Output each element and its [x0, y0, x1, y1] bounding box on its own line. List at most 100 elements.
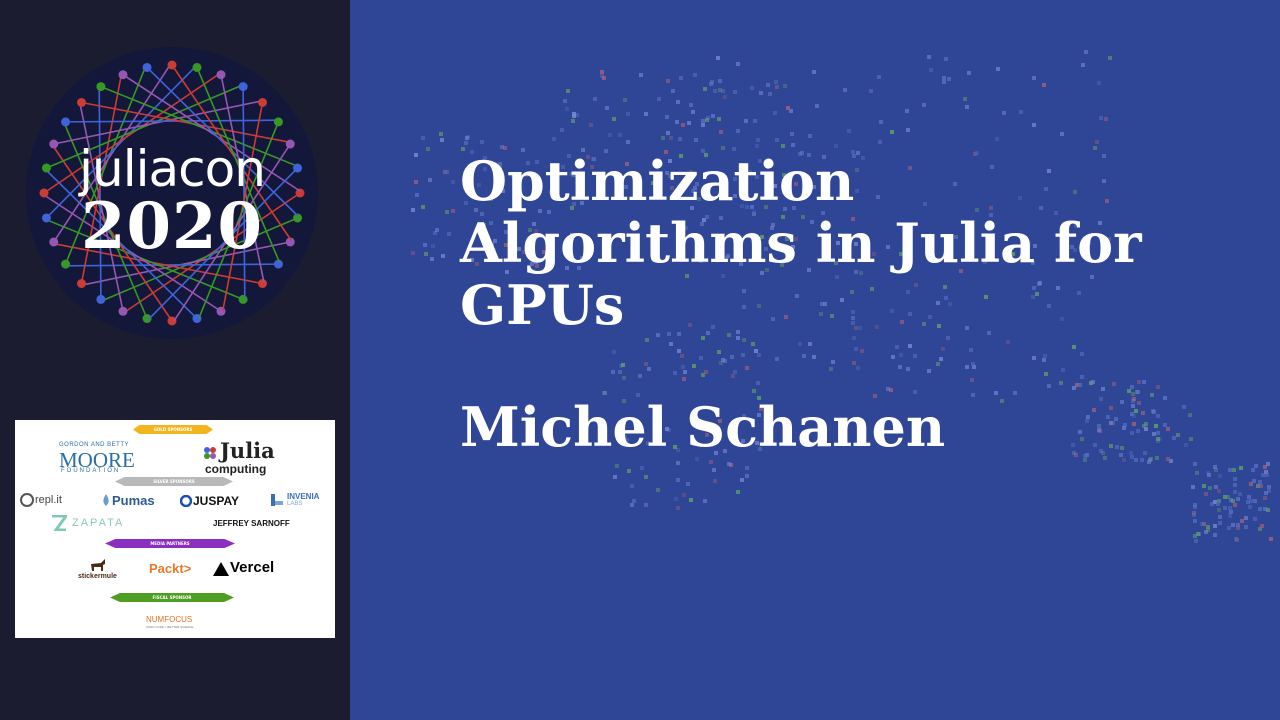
map-dot	[661, 136, 665, 140]
map-dot	[852, 361, 856, 365]
map-dot	[1266, 462, 1270, 466]
map-dot	[414, 153, 418, 157]
map-dot	[1233, 503, 1237, 507]
map-dot	[742, 338, 746, 342]
map-dot	[719, 130, 723, 134]
map-dot	[1228, 514, 1232, 518]
map-dot	[1267, 485, 1271, 489]
jeffrey-sarnoff: JEFFREY SARNOFF	[213, 519, 290, 528]
map-dot	[756, 138, 760, 142]
map-dot	[451, 180, 455, 184]
map-dot	[676, 461, 680, 465]
map-dot	[783, 84, 787, 88]
map-dot	[1104, 117, 1108, 121]
map-dot	[626, 112, 630, 116]
map-dot	[1152, 432, 1156, 436]
map-dot	[711, 114, 715, 118]
map-dot	[1091, 380, 1095, 384]
map-dot	[1044, 372, 1048, 376]
juspay-logo: JUSPAY	[193, 494, 240, 508]
map-dot	[969, 348, 973, 352]
map-dot	[451, 209, 455, 213]
map-dot	[686, 482, 690, 486]
map-dot	[465, 136, 469, 140]
numfocus-logo: NUMFOCUS	[146, 615, 193, 624]
map-dot	[713, 479, 717, 483]
map-dot	[736, 62, 740, 66]
map-dot	[623, 98, 627, 102]
map-dot	[1122, 458, 1126, 462]
map-dot	[941, 347, 945, 351]
map-dot	[1106, 415, 1110, 419]
map-dot	[1217, 508, 1221, 512]
map-dot	[759, 91, 763, 95]
world-map-dots	[411, 50, 1273, 543]
map-dot	[996, 67, 1000, 71]
map-dot	[1042, 83, 1046, 87]
map-dot	[1251, 468, 1255, 472]
map-dot	[657, 97, 661, 101]
map-dot	[613, 475, 617, 479]
map-dot	[1132, 414, 1136, 418]
map-dot	[1013, 391, 1017, 395]
map-dot	[630, 484, 634, 488]
map-dot	[906, 367, 910, 371]
map-dot	[411, 208, 415, 212]
map-dot	[718, 88, 722, 92]
map-dot	[786, 106, 790, 110]
map-dot	[1163, 396, 1167, 400]
map-dot	[666, 79, 670, 83]
map-dot	[428, 178, 432, 182]
map-dot	[680, 354, 684, 358]
map-dot	[741, 353, 745, 357]
map-dot	[971, 393, 975, 397]
map-dot	[879, 120, 883, 124]
map-dot	[1217, 489, 1221, 493]
map-dot	[674, 497, 678, 501]
map-dot	[745, 466, 749, 470]
map-dot	[689, 103, 693, 107]
map-dot	[1231, 523, 1235, 527]
map-dot	[638, 374, 642, 378]
map-dot	[682, 493, 686, 497]
map-dot	[1192, 513, 1196, 517]
map-dot	[775, 138, 779, 142]
numfocus-tagline: OPEN CODE = BETTER SCIENCE	[146, 625, 194, 629]
map-dot	[1083, 454, 1087, 458]
map-dot	[754, 349, 758, 353]
map-dot	[1218, 515, 1222, 519]
map-dot	[1097, 424, 1101, 428]
map-dot	[1084, 50, 1088, 54]
zapata-icon	[52, 515, 67, 531]
map-dot	[1259, 484, 1263, 488]
map-dot	[414, 180, 418, 184]
map-dot	[1109, 444, 1113, 448]
map-dot	[878, 140, 882, 144]
map-dot	[965, 105, 969, 109]
map-dot	[1229, 510, 1233, 514]
map-dot	[890, 130, 894, 134]
map-dot	[589, 123, 593, 127]
map-dot	[736, 129, 740, 133]
map-dot	[1154, 424, 1158, 428]
map-dot	[1163, 423, 1167, 427]
map-dot	[775, 85, 779, 89]
map-dot	[1166, 427, 1170, 431]
map-dot	[626, 140, 630, 144]
map-dot	[1228, 506, 1232, 510]
map-dot	[1120, 446, 1124, 450]
map-dot	[1246, 500, 1250, 504]
map-dot	[411, 251, 415, 255]
map-dot	[1099, 449, 1103, 453]
map-dot	[421, 205, 425, 209]
map-dot	[1254, 464, 1258, 468]
replit-icon	[20, 493, 34, 507]
map-dot	[854, 347, 858, 351]
map-dot	[1130, 455, 1134, 459]
map-dot	[927, 55, 931, 59]
speaker-name: Michel Schanen	[460, 395, 946, 459]
map-dot	[618, 370, 622, 374]
map-dot	[1120, 400, 1124, 404]
map-dot	[669, 136, 673, 140]
talk-title: Optimization Algorithms in Julia for GPU…	[460, 150, 1260, 336]
